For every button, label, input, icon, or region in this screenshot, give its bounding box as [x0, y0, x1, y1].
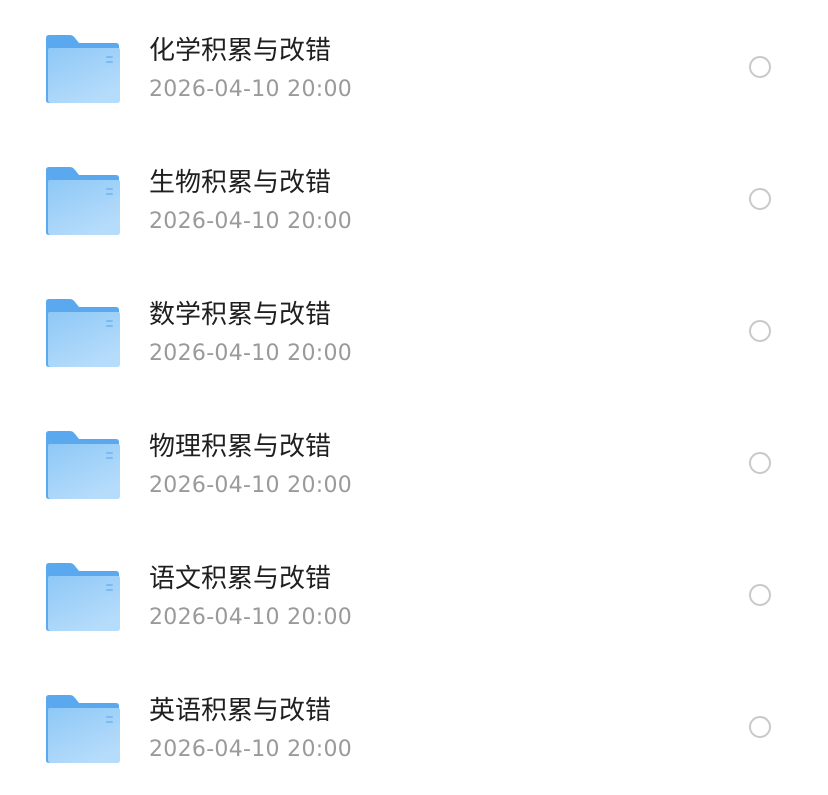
folder-icon [44, 166, 120, 236]
file-row-4[interactable]: 语文积累与改错 2026-04-10 20:00 [0, 528, 828, 660]
file-name: 物理积累与改错 [149, 432, 332, 462]
folder-icon [44, 298, 120, 368]
file-date: 2026-04-10 20:00 [149, 605, 353, 630]
file-row-2[interactable]: 数学积累与改错 2026-04-10 20:00 [0, 264, 828, 396]
file-row-0[interactable]: 化学积累与改错 2026-04-10 20:00 [0, 0, 828, 132]
folder-icon [44, 430, 120, 500]
select-radio[interactable] [749, 320, 771, 342]
file-name: 语文积累与改错 [149, 564, 332, 594]
folder-icon [44, 34, 120, 104]
file-date: 2026-04-10 20:00 [149, 209, 353, 234]
select-radio[interactable] [749, 716, 771, 738]
select-radio[interactable] [749, 452, 771, 474]
file-row-5[interactable]: 英语积累与改错 2026-04-10 20:00 [0, 660, 828, 792]
file-row-3[interactable]: 物理积累与改错 2026-04-10 20:00 [0, 396, 828, 528]
file-date: 2026-04-10 20:00 [149, 341, 353, 366]
file-date: 2026-04-10 20:00 [149, 77, 353, 102]
file-name: 英语积累与改错 [149, 696, 332, 726]
folder-icon [44, 694, 120, 764]
file-row-1[interactable]: 生物积累与改错 2026-04-10 20:00 [0, 132, 828, 264]
folder-icon [44, 562, 120, 632]
file-date: 2026-04-10 20:00 [149, 737, 353, 762]
select-radio[interactable] [749, 56, 771, 78]
file-name: 数学积累与改错 [149, 300, 332, 330]
file-name: 生物积累与改错 [149, 168, 332, 198]
select-radio[interactable] [749, 584, 771, 606]
file-name: 化学积累与改错 [149, 36, 332, 66]
file-list: 化学积累与改错 2026-04-10 20:00 生物积累与改错 2026-04… [0, 0, 828, 795]
select-radio[interactable] [749, 188, 771, 210]
file-date: 2026-04-10 20:00 [149, 473, 353, 498]
